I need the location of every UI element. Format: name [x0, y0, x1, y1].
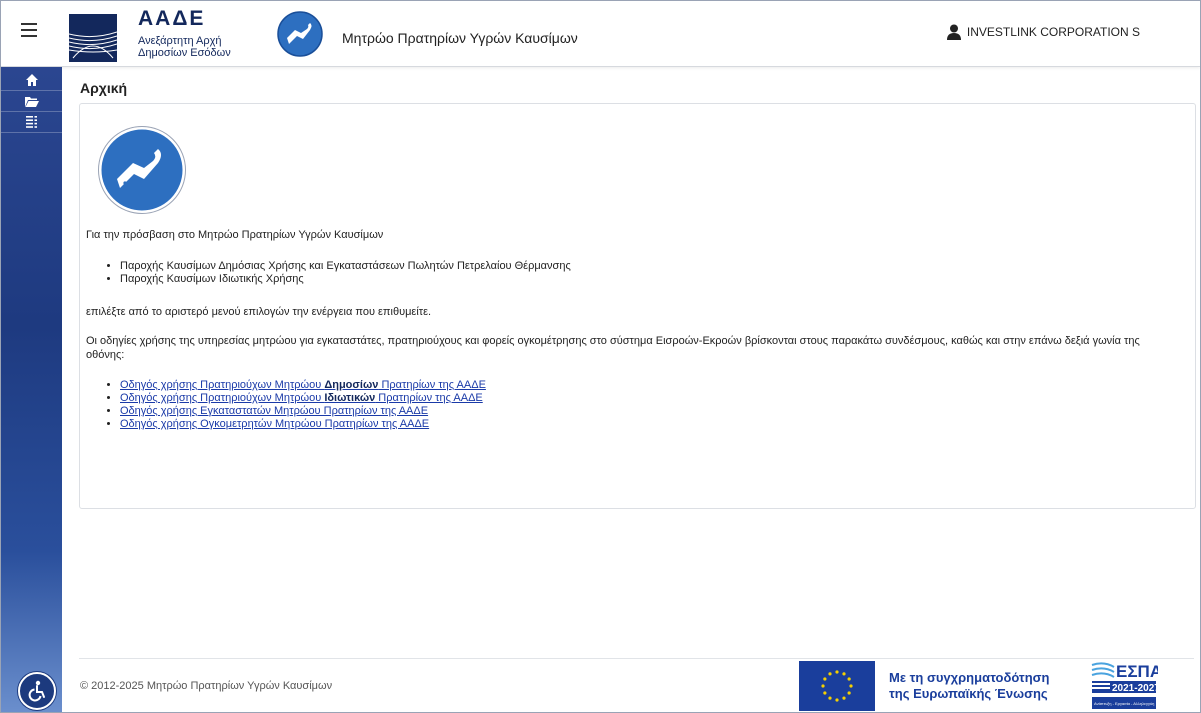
eu-flag-icon	[799, 661, 875, 711]
eu-cofunding-text: Με τη συγχρηματοδότηση της Ευρωπαϊκής Έν…	[889, 670, 1050, 702]
folder-open-icon	[24, 96, 39, 107]
guide-links-list: Οδηγός χρήσης Πρατηριούχων Μητρώου Δημοσ…	[100, 379, 486, 431]
user-menu[interactable]: INVESTLINK CORPORATION S	[946, 24, 1140, 40]
eu-star	[847, 677, 851, 681]
guides-intro-text: Οι οδηγίες χρήσης της υπηρεσίας μητρώου …	[86, 335, 1140, 361]
select-action-text: επιλέξτε από το αριστερό μενού επιλογών …	[86, 306, 432, 318]
org-full-name: Ανεξάρτητη Αρχή Δημοσίων Εσόδων	[138, 35, 231, 59]
wheelchair-icon	[28, 680, 45, 702]
home-icon	[25, 74, 38, 86]
list-icon	[26, 116, 37, 128]
list-item: Οδηγός χρήσης Εγκαταστατών Μητρώου Πρατη…	[120, 405, 486, 418]
eu-star	[835, 698, 839, 702]
list-item: Οδηγός χρήσης Πρατηριούχων Μητρώου Δημοσ…	[120, 379, 486, 392]
eu-star	[847, 691, 851, 695]
org-name-line1: Ανεξάρτητη Αρχή	[138, 35, 222, 47]
sidebar-item-folder[interactable]	[1, 91, 62, 112]
guide-link-installers[interactable]: Οδηγός χρήσης Εγκαταστατών Μητρώου Πρατη…	[120, 405, 428, 417]
org-abbreviation: ΑΑΔΕ	[138, 7, 206, 30]
aade-logo-icon	[69, 14, 117, 62]
list-item: Παροχής Καυσίμων Δημόσιας Χρήσης και Εγκ…	[120, 260, 571, 273]
eu-star	[828, 696, 832, 700]
espa-motto: Ανάπτυξη - Εργασία - Αλληλεγγύη	[1094, 701, 1154, 706]
list-item: Οδηγός χρήσης Ογκομετρητών Μητρώου Πρατη…	[120, 418, 486, 431]
eu-cofunding-line2: της Ευρωπαϊκής Ένωσης	[889, 686, 1048, 701]
welcome-card: Για την πρόσβαση στο Μητρώο Πρατηρίων Υγ…	[79, 103, 1196, 509]
eu-cofunding-line1: Με τη συγχρηματοδότηση	[889, 670, 1050, 685]
sidebar-item-home[interactable]	[1, 70, 62, 91]
guide-link-meterers[interactable]: Οδηγός χρήσης Ογκομετρητών Μητρώου Πρατη…	[120, 418, 429, 430]
user-icon	[946, 24, 961, 40]
hamburger-menu-icon[interactable]	[21, 23, 37, 37]
espa-name: ΕΣΠΑ	[1116, 662, 1158, 681]
eu-star	[823, 677, 827, 681]
page-title: Αρχική	[80, 80, 128, 96]
eu-star	[849, 684, 853, 688]
app-window: ΑΑΔΕ Ανεξάρτητη Αρχή Δημοσίων Εσόδων Μητ…	[0, 0, 1201, 713]
list-item: Οδηγός χρήσης Πρατηριούχων Μητρώου Ιδιωτ…	[120, 392, 486, 405]
eu-star	[842, 696, 846, 700]
user-name: INVESTLINK CORPORATION S	[966, 25, 1140, 39]
copyright-text: © 2012-2025 Μητρώο Πρατηρίων Υγρών Καυσί…	[80, 680, 333, 692]
guide-link-private-stations[interactable]: Οδηγός χρήσης Πρατηριούχων Μητρώου Ιδιωτ…	[120, 392, 483, 404]
top-header: ΑΑΔΕ Ανεξάρτητη Αρχή Δημοσίων Εσόδων Μητ…	[1, 1, 1200, 67]
fuel-nozzle-large-icon	[98, 126, 186, 214]
eu-star	[842, 672, 846, 676]
sidebar-item-list[interactable]	[1, 112, 62, 133]
eu-star	[823, 691, 827, 695]
footer-divider	[79, 658, 1194, 659]
sidebar	[1, 67, 62, 712]
fuel-nozzle-icon	[277, 11, 323, 57]
app-title: Μητρώο Πρατηρίων Υγρών Καυσίμων	[342, 30, 578, 46]
espa-logo-icon: ΕΣΠΑ 2021-2027 Ανάπτυξη - Εργασία - Αλλη…	[1091, 662, 1158, 709]
list-item: Παροχής Καυσίμων Ιδιωτικής Χρήσης	[120, 273, 571, 286]
guide-link-public-stations[interactable]: Οδηγός χρήσης Πρατηριούχων Μητρώου Δημοσ…	[120, 379, 486, 391]
eu-star	[821, 684, 825, 688]
access-type-list: Παροχής Καυσίμων Δημόσιας Χρήσης και Εγκ…	[100, 260, 571, 286]
eu-star	[828, 672, 832, 676]
eu-star	[835, 670, 839, 674]
intro-text: Για την πρόσβαση στο Μητρώο Πρατηρίων Υγ…	[86, 229, 384, 241]
espa-years: 2021-2027	[1112, 683, 1158, 694]
org-name-line2: Δημοσίων Εσόδων	[138, 47, 231, 59]
accessibility-button[interactable]	[18, 672, 56, 710]
